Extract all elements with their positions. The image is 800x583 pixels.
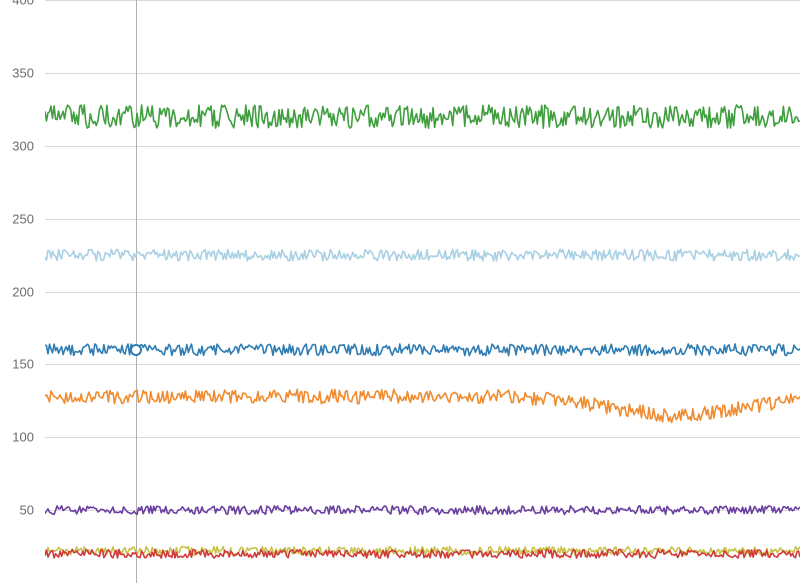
series-s2 [45,249,800,261]
series-s4 [45,389,800,422]
y-tick-label: 400 [12,0,40,8]
series-s1 [45,105,800,128]
y-tick-label: 300 [12,138,40,153]
y-tick-label: 350 [12,65,40,80]
cursor-marker [130,344,142,356]
y-tick-label: 100 [12,430,40,445]
series-s3 [45,344,800,356]
y-tick-label: 250 [12,211,40,226]
y-tick-label: 50 [20,503,40,518]
series-s5 [45,506,800,515]
line-chart: 400 350 300 250 200 150 100 50 [0,0,800,583]
y-tick-label: 200 [12,284,40,299]
y-tick-label: 150 [12,357,40,372]
series-layer [45,0,800,583]
plot-area[interactable] [45,0,800,583]
